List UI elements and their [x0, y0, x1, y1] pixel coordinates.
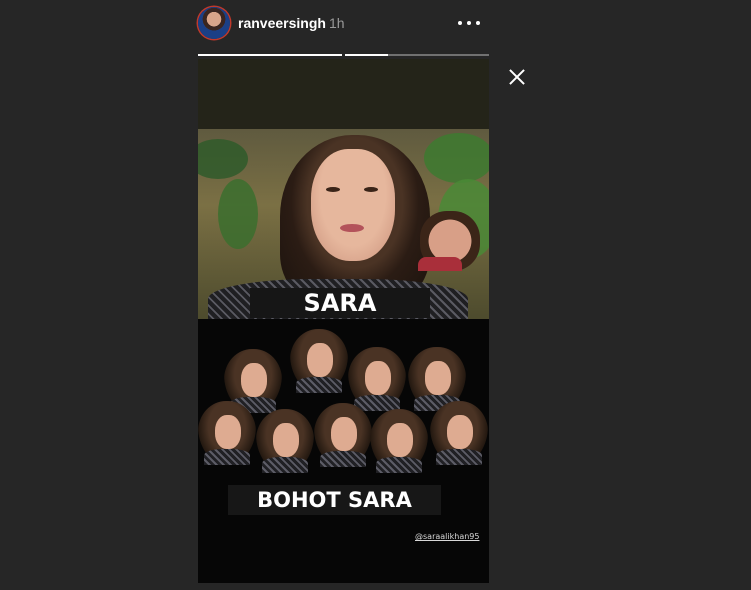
close-icon[interactable] [506, 66, 528, 88]
progress-segment-1 [198, 54, 342, 56]
more-horizontal-icon[interactable] [458, 21, 480, 27]
clone-image [198, 401, 256, 465]
clone-image [430, 401, 488, 465]
mention-handle[interactable]: @saraalikhan95 [415, 532, 479, 541]
clone-image [290, 329, 348, 393]
progress-segment-2-fill [345, 54, 389, 56]
story-header: ranveersingh 1h [198, 6, 490, 40]
clone-image [256, 409, 314, 473]
meme-panel-bottom: BOHOT SARA @saraalikhan95 [198, 319, 489, 583]
progress-segment-1-fill [198, 54, 342, 56]
meme-panel-top: SARA [198, 129, 489, 319]
caption-bohot-sara: BOHOT SARA [228, 485, 441, 515]
story-content[interactable]: SARA BOHOT SARA @saraalikhan95 [198, 59, 489, 583]
story-progress-bar [198, 54, 489, 57]
portrait-face [311, 149, 395, 261]
timestamp: 1h [329, 15, 345, 31]
progress-segment-2 [345, 54, 489, 56]
clone-image [314, 403, 372, 467]
clone-image [370, 409, 428, 473]
clone-image [348, 347, 406, 411]
story-top-band [198, 59, 489, 129]
caption-sara: SARA [250, 288, 430, 318]
username[interactable]: ranveersingh [238, 15, 326, 31]
profile-avatar[interactable] [198, 7, 230, 39]
